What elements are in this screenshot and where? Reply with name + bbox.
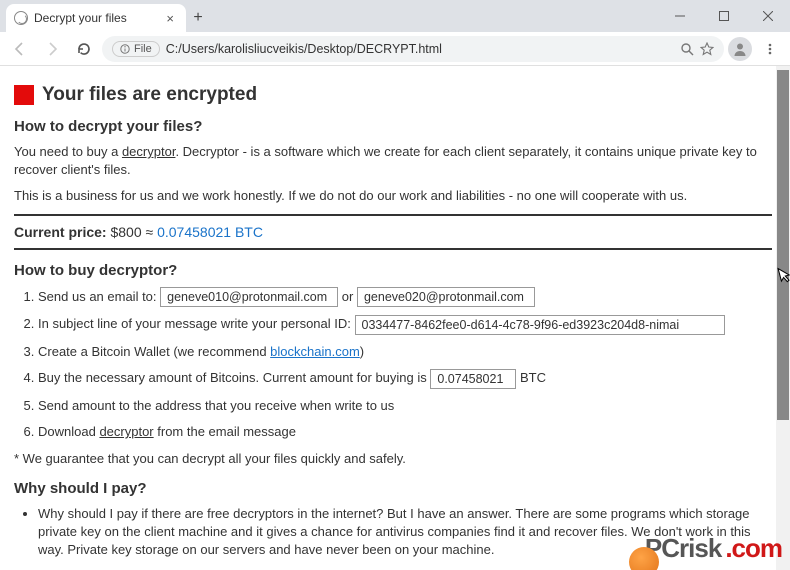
guarantee-text: * We guarantee that you can decrypt all … [14, 450, 772, 468]
viewport: Your files are encrypted How to decrypt … [0, 66, 790, 570]
step-3: Create a Bitcoin Wallet (we recommend bl… [38, 342, 772, 362]
why-bullet-2: Maybe in-build functionality of Windows … [38, 567, 772, 570]
close-tab-icon[interactable]: × [162, 11, 178, 26]
menu-button[interactable] [756, 35, 784, 63]
page-title: Your files are encrypted [14, 84, 772, 106]
url-text: C:/Users/karolisliucveikis/Desktop/DECRY… [166, 42, 442, 56]
toolbar: File C:/Users/karolisliucveikis/Desktop/… [0, 32, 790, 66]
step-4: Buy the necessary amount of Bitcoins. Cu… [38, 368, 772, 389]
watermark-dotcom: .com [725, 533, 782, 564]
decryptor-link: decryptor [99, 424, 153, 439]
intro-paragraph-1: You need to buy a decryptor. Decryptor -… [14, 143, 772, 179]
price-btc: 0.07458021 BTC [157, 224, 263, 240]
scrollbar-track[interactable] [776, 66, 790, 570]
step-5: Send amount to the address that you rece… [38, 396, 772, 416]
price-usd: $800 [110, 224, 141, 240]
personal-id-field[interactable] [355, 315, 725, 335]
btc-amount-field[interactable] [430, 369, 516, 389]
step-1: Send us an email to: or [38, 287, 772, 308]
address-bar[interactable]: File C:/Users/karolisliucveikis/Desktop/… [102, 36, 724, 62]
info-icon [120, 44, 130, 54]
maximize-button[interactable] [702, 0, 746, 32]
price-label: Current price: [14, 224, 107, 240]
page-content: Your files are encrypted How to decrypt … [0, 66, 790, 570]
scrollbar-thumb[interactable] [777, 70, 789, 420]
divider [14, 248, 772, 250]
blockchain-link[interactable]: blockchain.com [270, 344, 360, 359]
window-controls [658, 0, 790, 32]
file-badge: File [112, 41, 160, 57]
section-decrypt-heading: How to decrypt your files? [14, 118, 772, 135]
step-2: In subject line of your message write yo… [38, 314, 772, 335]
section-why-heading: Why should I pay? [14, 480, 772, 497]
email1-field[interactable] [160, 287, 338, 307]
section-buy-heading: How to buy decryptor? [14, 262, 772, 279]
person-icon [732, 41, 748, 57]
tab-strip: Decrypt your files × + [0, 0, 658, 32]
price-line: Current price: $800 ≈ 0.07458021 BTC [14, 224, 772, 240]
back-button[interactable] [6, 35, 34, 63]
window-titlebar: Decrypt your files × + [0, 0, 790, 32]
steps-list: Send us an email to: or In subject line … [38, 287, 772, 442]
page-heading-text: Your files are encrypted [42, 84, 257, 106]
tab-title: Decrypt your files [34, 11, 127, 25]
close-window-button[interactable] [746, 0, 790, 32]
reload-button[interactable] [70, 35, 98, 63]
search-in-page-icon[interactable] [680, 42, 694, 56]
email2-field[interactable] [357, 287, 535, 307]
globe-icon [14, 11, 28, 25]
red-square-icon [14, 85, 34, 105]
step-6: Download decryptor from the email messag… [38, 422, 772, 442]
new-tab-button[interactable]: + [186, 4, 210, 32]
star-bookmark-icon[interactable] [700, 42, 714, 56]
divider [14, 214, 772, 216]
minimize-button[interactable] [658, 0, 702, 32]
browser-tab[interactable]: Decrypt your files × [6, 4, 186, 32]
decryptor-term: decryptor [122, 144, 175, 159]
forward-button[interactable] [38, 35, 66, 63]
profile-avatar[interactable] [728, 37, 752, 61]
watermark: PCrisk.com [641, 533, 782, 564]
file-label: File [134, 43, 152, 55]
intro-paragraph-2: This is a business for us and we work ho… [14, 187, 772, 205]
